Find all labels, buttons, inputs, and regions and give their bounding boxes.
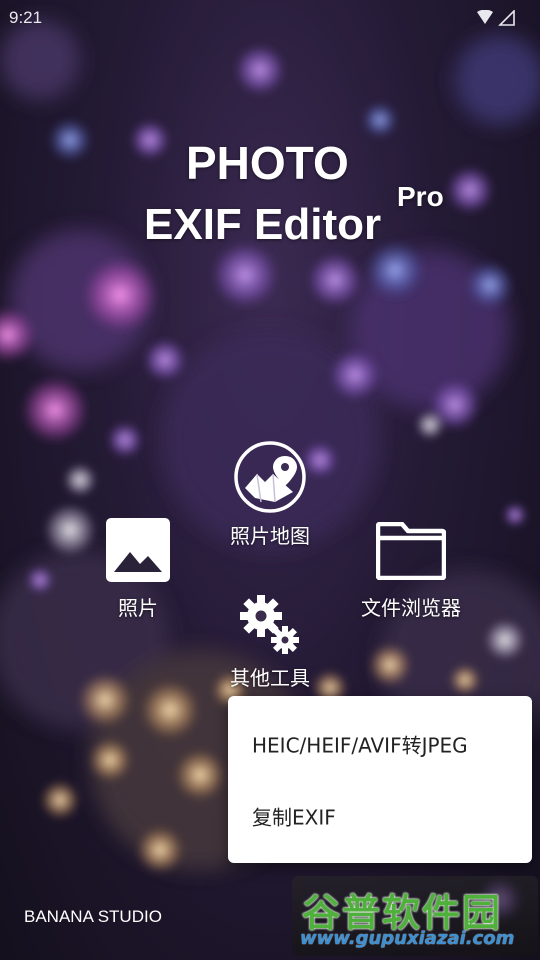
copy-exif-option[interactable]: 复制EXIF bbox=[228, 780, 532, 850]
gears-icon bbox=[240, 595, 299, 654]
watermark: 谷普软件园 www.gupuxiazai.com bbox=[292, 876, 538, 956]
wifi-icon bbox=[477, 10, 493, 24]
photo-map-label: 照片地图 bbox=[230, 524, 310, 548]
studio-label: BANANA STUDIO bbox=[24, 907, 162, 926]
status-bar: 9:21 bbox=[0, 0, 540, 36]
signal-icon bbox=[498, 10, 515, 26]
app-title-line1: PHOTO bbox=[186, 137, 349, 189]
folder-icon bbox=[376, 522, 446, 580]
image-icon bbox=[106, 518, 170, 582]
copy-exif-label: 复制EXIF bbox=[252, 805, 336, 830]
heic-to-jpeg-option[interactable]: HEIC/HEIF/AVIF转JPEG bbox=[228, 708, 532, 778]
status-time: 9:21 bbox=[9, 8, 43, 27]
watermark-url: www.gupuxiazai.com bbox=[300, 928, 515, 949]
tools-popup-menu: HEIC/HEIF/AVIF转JPEG 复制EXIF bbox=[228, 696, 532, 863]
app-title-pro: Pro bbox=[397, 181, 444, 212]
file-browser-label: 文件浏览器 bbox=[361, 596, 461, 620]
app-title-line2: EXIF Editor bbox=[144, 200, 382, 249]
status-icons bbox=[477, 10, 515, 26]
photo-map-button[interactable]: 照片地图 bbox=[222, 440, 318, 549]
map-pin-icon bbox=[234, 441, 306, 513]
photos-label: 照片 bbox=[118, 596, 158, 620]
file-browser-button[interactable]: 文件浏览器 bbox=[352, 522, 470, 621]
heic-to-jpeg-label: HEIC/HEIF/AVIF转JPEG bbox=[252, 733, 468, 758]
other-tools-label: 其他工具 bbox=[230, 666, 310, 690]
other-tools-button[interactable]: 其他工具 bbox=[222, 592, 318, 691]
app-screen: 9:21 PHOTO EXIF Editor Pro 照片地图 照片 文件浏览器… bbox=[0, 0, 540, 960]
photos-button[interactable]: 照片 bbox=[98, 518, 178, 621]
